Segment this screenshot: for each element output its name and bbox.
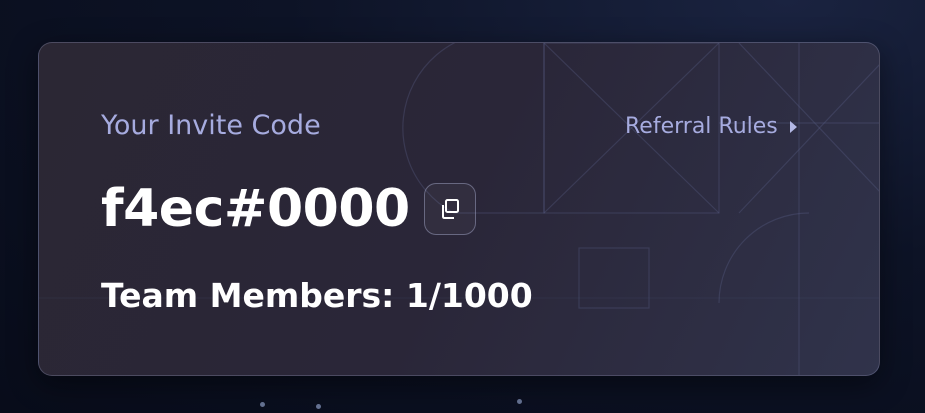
team-members-count: Team Members: 1/1000 — [101, 276, 533, 315]
referral-rules-label: Referral Rules — [625, 114, 778, 139]
invite-code-card: Your Invite Code Referral Rules f4ec#000… — [38, 42, 880, 376]
invite-code-value: f4ec#0000 — [101, 179, 410, 239]
particle — [260, 402, 265, 407]
invite-code-row: f4ec#0000 — [101, 177, 476, 241]
copy-icon — [441, 199, 459, 219]
referral-rules-link[interactable]: Referral Rules — [625, 113, 797, 141]
copy-code-button[interactable] — [423, 183, 476, 235]
caret-right-icon — [789, 121, 797, 133]
particle — [517, 399, 522, 404]
invite-code-label: Your Invite Code — [101, 110, 321, 141]
particle — [316, 404, 321, 409]
